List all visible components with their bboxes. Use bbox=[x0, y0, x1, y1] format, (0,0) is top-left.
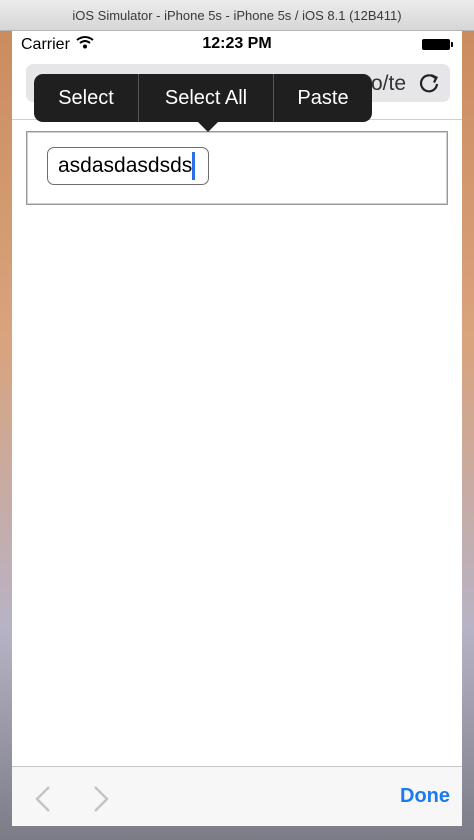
menu-pointer-arrow bbox=[198, 122, 218, 132]
edit-context-menu: Select Select All Paste bbox=[34, 74, 372, 132]
text-input-field[interactable]: asdasdasdsds bbox=[47, 147, 209, 185]
input-value: asdasdasdsds bbox=[58, 154, 193, 177]
url-text[interactable]: o/te bbox=[371, 72, 406, 96]
simulator-window-titlebar: iOS Simulator - iPhone 5s - iPhone 5s / … bbox=[0, 0, 474, 31]
text-caret bbox=[192, 152, 196, 180]
chevron-left-icon[interactable] bbox=[34, 785, 52, 818]
paste-menu-item[interactable]: Paste bbox=[274, 74, 372, 122]
web-content-box: asdasdasdsds bbox=[26, 131, 448, 205]
reload-icon[interactable] bbox=[418, 72, 440, 99]
window-title: iOS Simulator - iPhone 5s - iPhone 5s / … bbox=[72, 7, 402, 23]
status-bar: Carrier 12:23 PM bbox=[12, 31, 462, 59]
select-menu-item[interactable]: Select bbox=[34, 74, 138, 122]
select-all-menu-item[interactable]: Select All bbox=[139, 74, 273, 122]
chevron-right-icon[interactable] bbox=[92, 785, 110, 818]
bottom-toolbar: Done bbox=[12, 766, 462, 826]
status-time: 12:23 PM bbox=[202, 35, 272, 52]
done-button[interactable]: Done bbox=[400, 785, 450, 808]
iphone-screen: Carrier 12:23 PM o/te asdasdasdsds Selec… bbox=[12, 31, 462, 826]
battery-icon bbox=[422, 39, 453, 50]
